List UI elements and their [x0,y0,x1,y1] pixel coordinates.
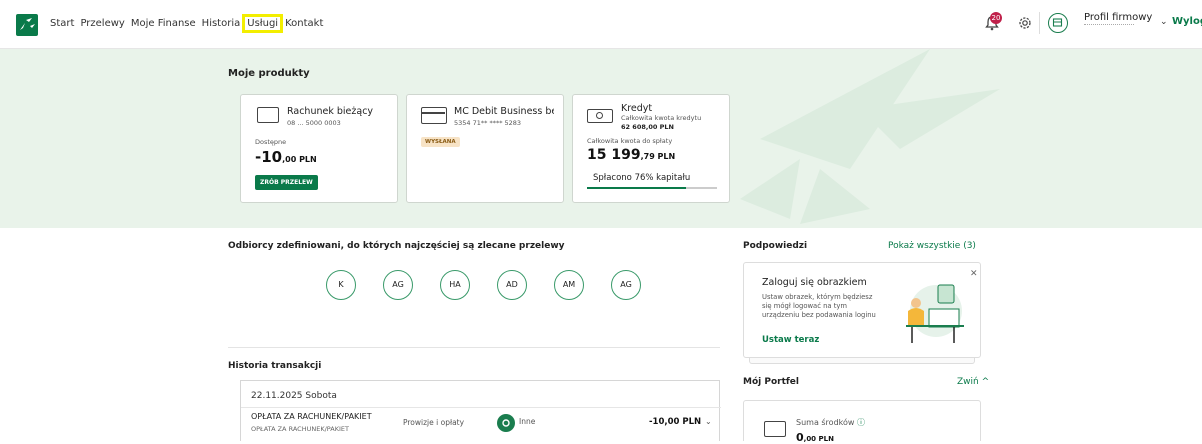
sum-label-text: Suma środków [796,418,855,427]
info-icon[interactable]: ⓘ [857,418,865,427]
wallet-icon [764,421,786,437]
hint-card-body: Ustaw obrazek, którym będziesz się mógł … [762,293,876,319]
sum-value: 0,00 PLN [796,431,834,444]
loan-progress-bar [587,187,717,189]
portfel-card: Suma środków ⓘ 0,00 PLN [743,400,981,444]
recipients-title: Odbiorcy zdefiniowani, do których najczę… [228,241,565,251]
loan-progress-fill [587,187,686,189]
balance-fraction: ,00 PLN [282,155,317,164]
loan-progress-label: Spłacono 76% kapitału [593,173,691,183]
loan-due-main: 15 199 [587,147,641,163]
credit-card-icon [421,107,447,124]
chevron-down-icon[interactable]: ⌄ [1160,17,1168,27]
day-value: Sobota [305,391,337,401]
collapse-portfel-link[interactable]: Zwiń ^ [957,377,989,387]
sum-fraction: ,00 PLN [803,435,834,443]
loan-total-value: 62 608,00 PLN [621,123,674,131]
show-all-hints-link[interactable]: Pokaż wszystkie (3) [888,241,976,251]
transaction-amount: -10,00 PLN [649,417,702,427]
nav-uslugi[interactable]: Usługi [242,14,284,33]
profile-label[interactable]: Profil firmowy [1084,12,1152,23]
balance-main: -10 [255,148,283,166]
transaction-date: 22.11.2025 Sobota [251,391,337,401]
loan-name: Kredyt [621,103,653,114]
payment-card[interactable]: MC Debit Business be... 5354 71** **** 5… [406,94,564,203]
transaction-list: 22.11.2025 Sobota OPŁATA ZA RACHUNEK/PAK… [240,380,721,441]
nav-historia[interactable]: Historia [202,18,241,29]
row-divider [241,407,721,408]
loan-due-fraction: ,79 PLN [640,152,676,161]
account-number: 08 ... 5000 0003 [287,119,341,127]
section-divider [228,347,720,348]
banknote-icon [587,109,613,123]
chevron-up-icon: ^ [981,377,990,387]
hint-card: Zaloguj się obrazkiem Ustaw obrazek, któ… [743,262,981,358]
sum-label: Suma środków ⓘ [796,417,865,428]
recipient-avatar[interactable]: K [326,270,356,300]
nav-kontakt[interactable]: Kontakt [285,18,323,29]
history-title: Historia transakcji [228,361,322,371]
company-account-icon[interactable] [1048,13,1068,33]
hint-card-title: Zaloguj się obrazkiem [762,277,867,288]
loan-total-label: Całkowita kwota kredytu [621,114,702,122]
set-now-link[interactable]: Ustaw teraz [762,335,819,345]
notification-badge: 20 [990,12,1002,24]
logout-link[interactable]: Wyloguj [1172,16,1202,27]
hint-card-stack [749,358,975,364]
portfel-title: Mój Portfel [743,377,799,387]
card-number: 5354 71** **** 5283 [454,119,522,127]
recipient-avatar[interactable]: HA [440,270,470,300]
card-name: MC Debit Business be... [454,106,554,117]
top-bar: Start Przelewy Moje Finanse Historia Usł… [0,0,1202,49]
account-name: Rachunek bieżący [287,106,374,117]
main-nav: Start Przelewy Moje Finanse Historia Usł… [50,14,323,33]
recipient-avatar[interactable]: AM [554,270,584,300]
gear-icon[interactable] [1017,15,1033,31]
loan-due-amount: 15 199,79 PLN [587,147,675,163]
person-at-computer-illustration [906,284,964,343]
logo-stars-icon [20,18,35,30]
bank-logo[interactable] [16,14,38,36]
expand-chevron-icon[interactable]: ⌄ [705,417,712,426]
collapse-label: Zwiń [957,377,979,387]
transaction-title[interactable]: OPŁATA ZA RACHUNEK/PAKIET [251,412,372,421]
products-title: Moje produkty [228,68,310,79]
loan-due-label: Całkowita kwota do spłaty [587,137,673,145]
header-divider [1039,12,1040,34]
account-card[interactable]: Rachunek bieżący 08 ... 5000 0003 Dostęp… [240,94,398,203]
nav-przelewy[interactable]: Przelewy [80,18,124,29]
profile-subline [1084,24,1134,25]
recipient-avatar[interactable]: AG [383,270,413,300]
nav-moje-finanse[interactable]: Moje Finanse [131,18,196,29]
sum-main: 0 [796,431,804,444]
account-balance: -10,00 PLN [255,148,317,166]
transaction-subtitle: OPŁATA ZA RACHUNEK/PAKIET [251,425,349,433]
date-value: 22.11.2025 [251,391,303,401]
wallet-icon [257,107,279,123]
available-label: Dostępne [255,138,287,146]
transaction-type: Inne [519,417,536,426]
category-icon [497,414,515,432]
card-status-badge: WYSŁANA [421,137,460,147]
recipient-avatar[interactable]: AD [497,270,527,300]
nav-start[interactable]: Start [50,18,74,29]
hints-title: Podpowiedzi [743,241,808,251]
transaction-category: Prowizje i opłaty [403,418,465,427]
make-transfer-button[interactable]: ZRÓB PRZELEW [255,175,318,190]
loan-card[interactable]: Kredyt Całkowita kwota kredytu 62 608,00… [572,94,730,203]
recipient-avatar[interactable]: AG [611,270,641,300]
